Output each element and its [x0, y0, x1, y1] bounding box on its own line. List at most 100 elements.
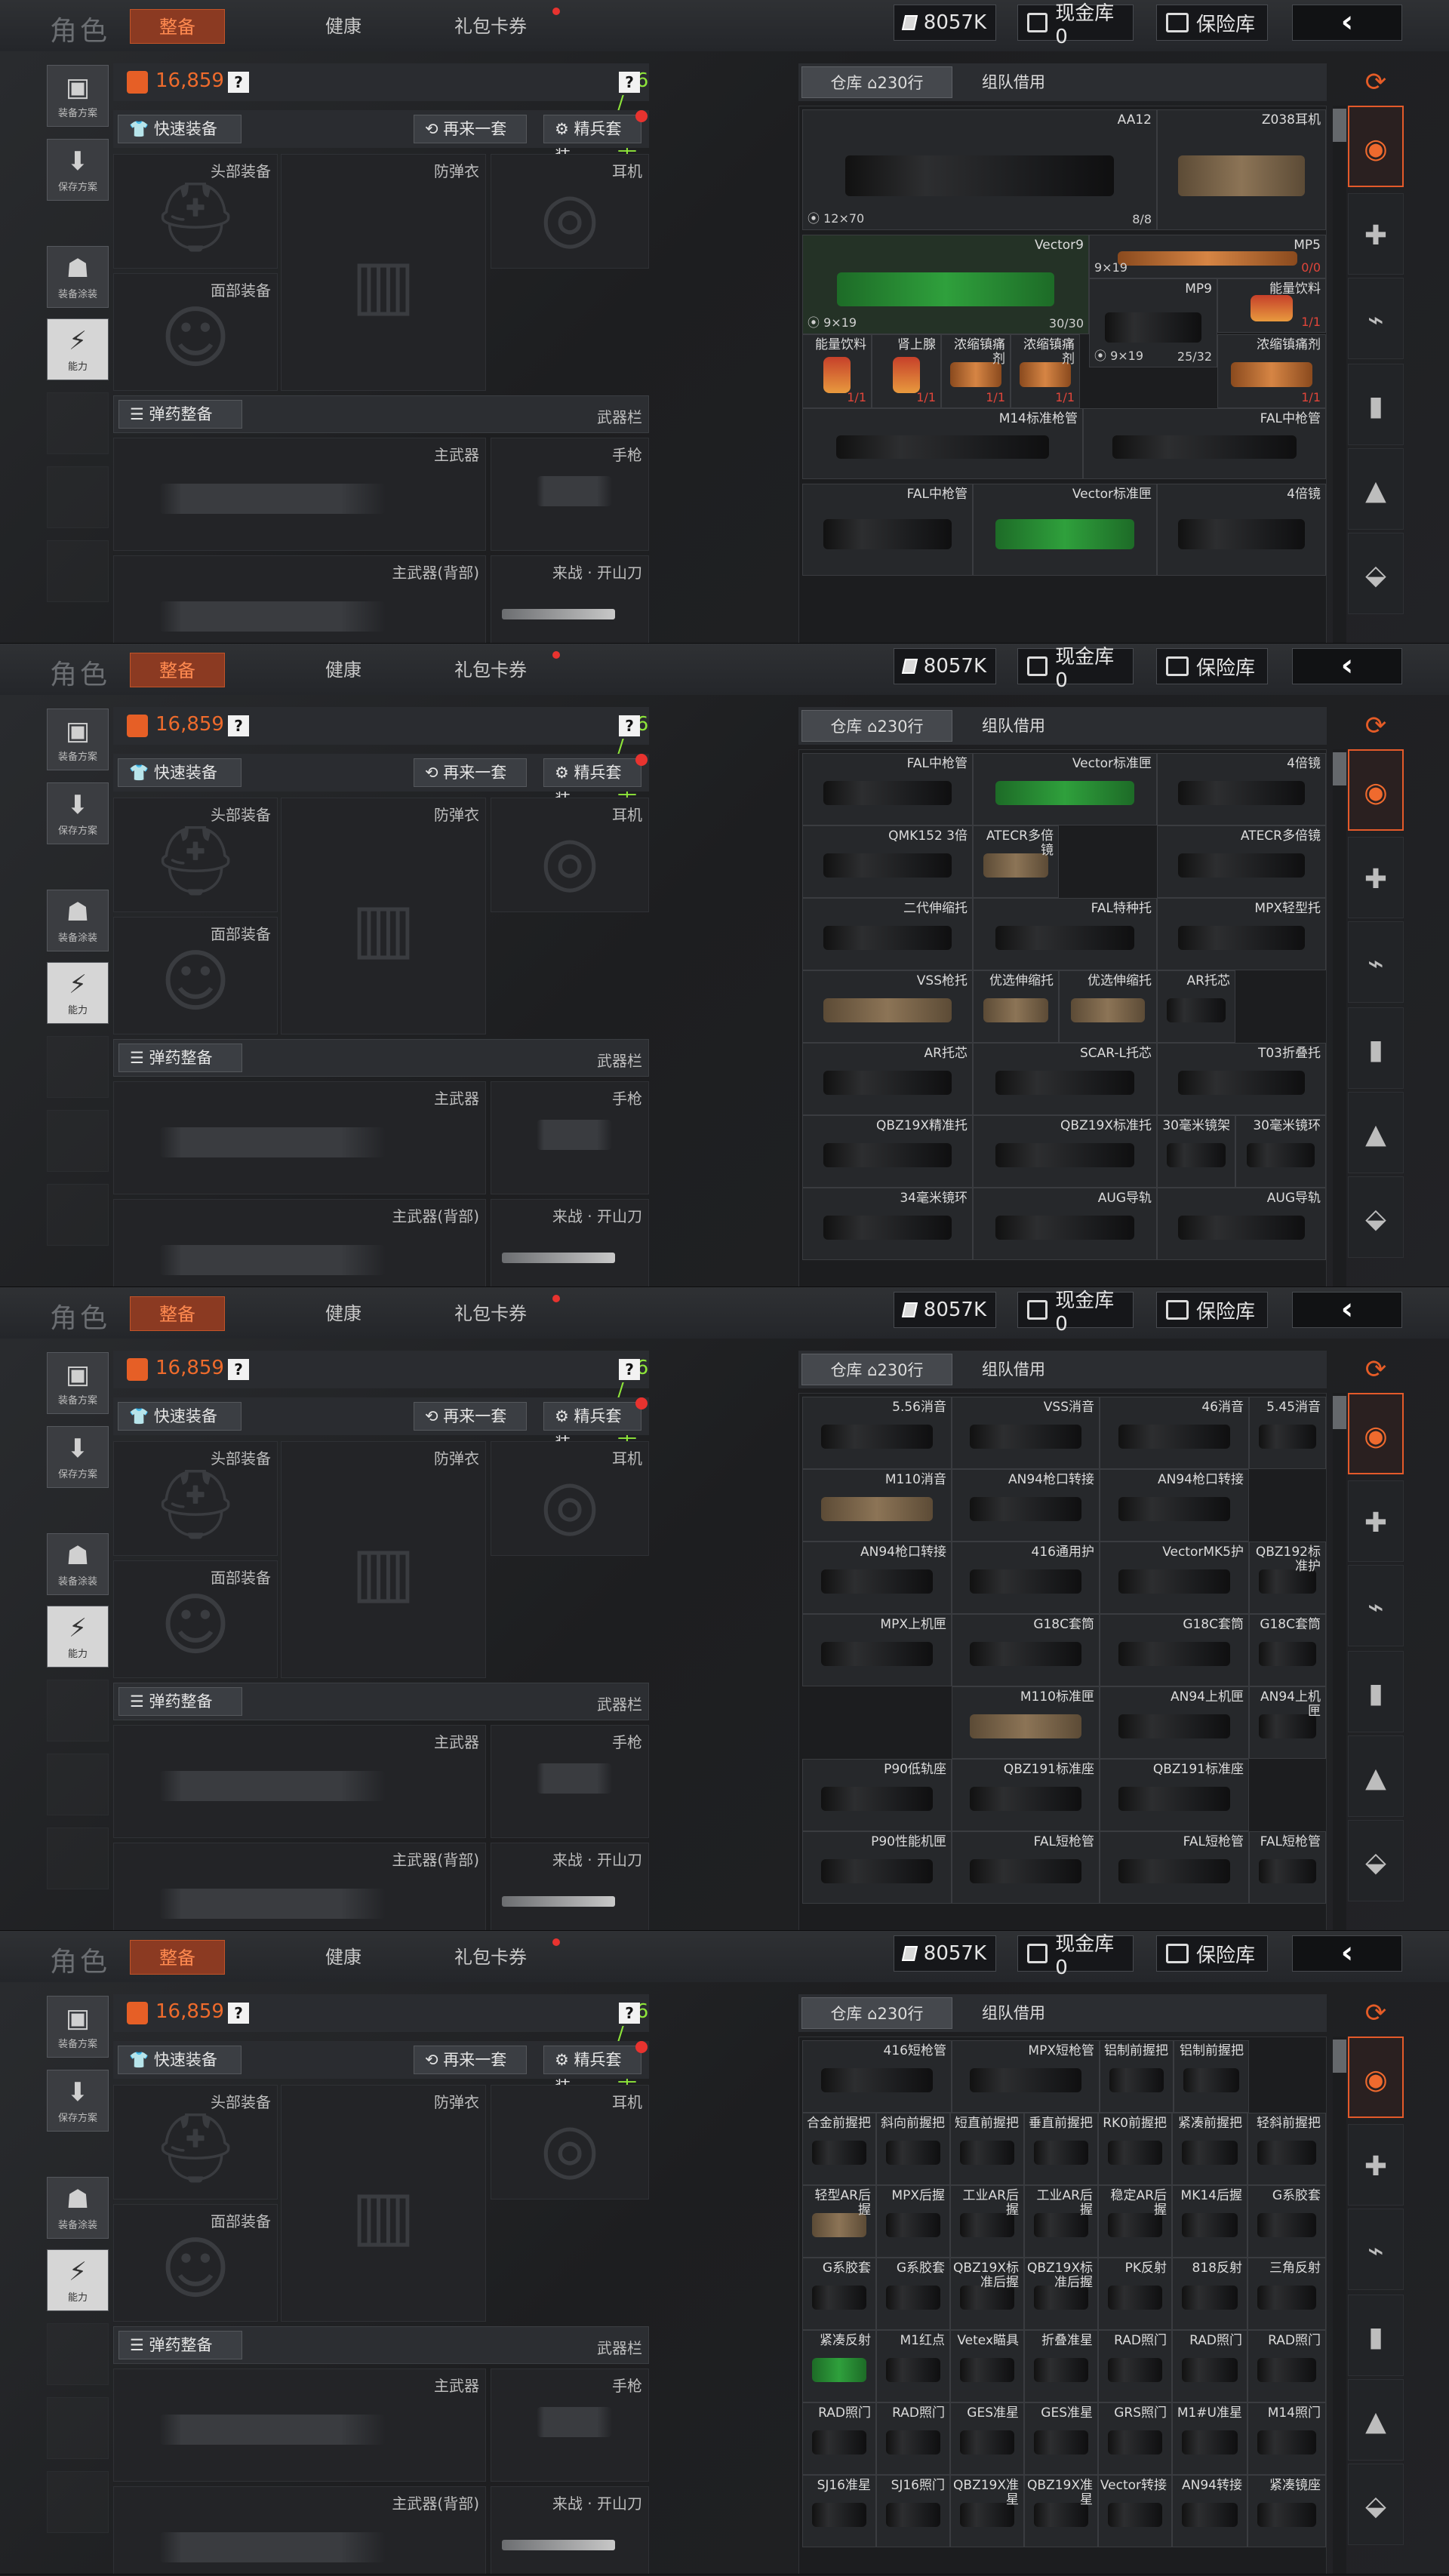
tab-1[interactable]: 健康 [302, 9, 385, 44]
ear-slot[interactable]: 耳机 ◎ [491, 154, 649, 269]
safe-button[interactable]: 保险库 [1156, 1935, 1268, 1972]
head-slot[interactable]: 头部装备 ⛑ [113, 2085, 278, 2199]
inventory-item[interactable]: Vector标准匣 [973, 484, 1157, 576]
inventory-item[interactable]: 轻型AR后握 [802, 2185, 876, 2258]
inventory-item[interactable]: FAL中枪管 [802, 484, 973, 576]
weight-help-icon[interactable]: ? [619, 1359, 640, 1380]
inventory-item[interactable]: 4倍镜 [1157, 753, 1326, 825]
inventory-item[interactable]: FAL中枪管 [1083, 408, 1326, 479]
inventory-item[interactable]: 二代伸缩托 [802, 898, 973, 970]
inventory-item[interactable]: 铝制前握把 [1100, 2040, 1174, 2113]
elite-set-button[interactable]: ⚙ 精兵套装 [543, 1402, 641, 1452]
inventory-item[interactable]: AUG导轨 [1157, 1188, 1326, 1260]
inventory-item[interactable]: MPX轻型托 [1157, 898, 1326, 970]
tab-0[interactable]: 整备 [130, 1940, 225, 1975]
inventory-item[interactable]: MPX后握 [876, 2185, 950, 2258]
side-helmet-button[interactable]: ☗ 装备涂装 [47, 2177, 109, 2239]
inventory-item[interactable]: AN94转接 [1172, 2475, 1247, 2547]
inventory-item[interactable]: FAL短枪管 [1100, 1831, 1249, 1904]
ammo-prep-button[interactable]: ☰ 弹药整备 [118, 400, 242, 429]
inventory-item[interactable]: G18C套筒 [1249, 1614, 1326, 1686]
inventory-item[interactable]: 紧凑镜座 [1247, 2475, 1326, 2547]
inventory-item[interactable]: M14照门 [1247, 2402, 1326, 2475]
category-2[interactable]: ⌁ [1348, 2209, 1404, 2290]
inventory-item[interactable]: 合金前握把 [802, 2113, 876, 2185]
ammo-prep-button[interactable]: ☰ 弹药整备 [118, 1687, 242, 1716]
safe-button[interactable]: 保险库 [1156, 1292, 1268, 1328]
inventory-item[interactable]: QBZ19X准星 [950, 2475, 1024, 2547]
tab-warehouse[interactable]: 仓库 ⌂230行 [801, 66, 952, 98]
money-display[interactable]: 8057K [894, 5, 996, 41]
tab-warehouse[interactable]: 仓库 ⌂230行 [801, 1354, 952, 1385]
inventory-item[interactable]: G18C套筒 [1100, 1614, 1249, 1686]
inventory-scrollbar[interactable] [1333, 1393, 1346, 1930]
money-display[interactable]: 8057K [894, 1292, 996, 1328]
inventory-item[interactable]: P90性能机匣 [802, 1831, 952, 1904]
inventory-item[interactable]: M14标准枪管 [802, 408, 1083, 479]
inventory-item[interactable]: 工业AR后握 [950, 2185, 1024, 2258]
inventory-item[interactable]: FAL短枪管 [952, 1831, 1100, 1904]
inventory-item[interactable]: VSS消音 [952, 1397, 1100, 1469]
quick-equip-button[interactable]: 👕 快速装备 [118, 1402, 242, 1431]
inventory-item[interactable]: MK14后握 [1172, 2185, 1247, 2258]
inventory-item[interactable]: 4倍镜 [1157, 484, 1326, 576]
weight-help-icon[interactable]: ? [619, 72, 640, 93]
elite-set-button[interactable]: ⚙ 精兵套装 [543, 758, 641, 809]
face-slot[interactable]: 面部装备 ☺ [113, 2204, 278, 2322]
inventory-item[interactable]: 肾上腺 1/1 [872, 334, 941, 408]
tab-1[interactable]: 健康 [302, 1940, 385, 1975]
category-4[interactable]: ▲ [1348, 448, 1404, 530]
pistol-slot[interactable]: 手枪 [491, 1725, 649, 1838]
scroll-thumb[interactable] [1333, 1396, 1346, 1429]
inventory-item[interactable]: QBZ19X标准托 [973, 1115, 1157, 1188]
head-slot[interactable]: 头部装备 ⛑ [113, 1441, 278, 1556]
inventory-item[interactable]: MPX短枪管 [952, 2040, 1100, 2113]
tab-warehouse[interactable]: 仓库 ⌂230行 [801, 1997, 952, 2029]
again-button[interactable]: ⟲ 再来一套 [414, 1402, 527, 1431]
melee-slot[interactable]: 来战 · 开山刀 [491, 1199, 649, 1286]
sort-icon[interactable]: ⟳ [1355, 709, 1396, 743]
ammo-prep-button[interactable]: ☰ 弹药整备 [118, 1044, 242, 1072]
inventory-item[interactable]: AN94枪口转接 [1100, 1469, 1249, 1542]
inventory-item[interactable]: AR托芯 [802, 1043, 973, 1115]
tab-2[interactable]: 礼包卡券 [438, 653, 543, 687]
category-1[interactable]: ✚ [1348, 837, 1404, 918]
side-backpack-button[interactable]: ▣ 装备方案 [47, 709, 109, 770]
inventory-item[interactable]: AN94上机匣 [1100, 1686, 1249, 1759]
category-4[interactable]: ▲ [1348, 1735, 1404, 1817]
category-4[interactable]: ▲ [1348, 2379, 1404, 2461]
back-button[interactable]: ‹ [1292, 5, 1402, 41]
inventory-item[interactable]: 垂直前握把 [1024, 2113, 1098, 2185]
melee-slot[interactable]: 来战 · 开山刀 [491, 555, 649, 643]
inventory-item[interactable]: 818反射 [1172, 2258, 1247, 2330]
inventory-item[interactable]: 铝制前握把 [1174, 2040, 1249, 2113]
pistol-slot[interactable]: 手枪 [491, 2369, 649, 2482]
ammo-prep-button[interactable]: ☰ 弹药整备 [118, 2331, 242, 2359]
melee-slot[interactable]: 来战 · 开山刀 [491, 2486, 649, 2574]
side-ability-button[interactable]: ⚡ 能力 [47, 962, 109, 1024]
head-slot[interactable]: 头部装备 ⛑ [113, 154, 278, 269]
inventory-item[interactable]: RAD照门 [802, 2402, 876, 2475]
inventory-item[interactable]: M110标准匣 [952, 1686, 1100, 1759]
inventory-item[interactable]: QBZ19X精准托 [802, 1115, 973, 1188]
inventory-item[interactable]: QBZ191标准座 [952, 1759, 1100, 1831]
value-help-icon[interactable]: ? [228, 715, 249, 736]
side-helmet-button[interactable]: ☗ 装备涂装 [47, 890, 109, 951]
inventory-item[interactable]: RAD照门 [1247, 2330, 1326, 2402]
scroll-thumb[interactable] [1333, 752, 1346, 785]
category-1[interactable]: ✚ [1348, 2124, 1404, 2206]
back-button[interactable]: ‹ [1292, 648, 1402, 684]
inventory-item[interactable]: Z038耳机 [1157, 109, 1326, 230]
inventory-item[interactable]: 5.56消音 [802, 1397, 952, 1469]
inventory-scrollbar[interactable] [1333, 2037, 1346, 2574]
armor-slot[interactable]: 防弹衣 ▥ [281, 798, 486, 1034]
inventory-item[interactable]: VSS枪托 [802, 970, 973, 1043]
back-button[interactable]: ‹ [1292, 1292, 1402, 1328]
ear-slot[interactable]: 耳机 ◎ [491, 798, 649, 912]
inventory-item[interactable]: 34毫米镜环 [802, 1188, 973, 1260]
main-back-slot[interactable]: 主武器(背部) [113, 1199, 486, 1286]
inventory-item[interactable]: 斜向前握把 [876, 2113, 950, 2185]
main-slot[interactable]: 主武器 [113, 438, 486, 551]
side-backpack-button[interactable]: ▣ 装备方案 [47, 1996, 109, 2058]
inventory-item[interactable]: RAD照门 [1172, 2330, 1247, 2402]
